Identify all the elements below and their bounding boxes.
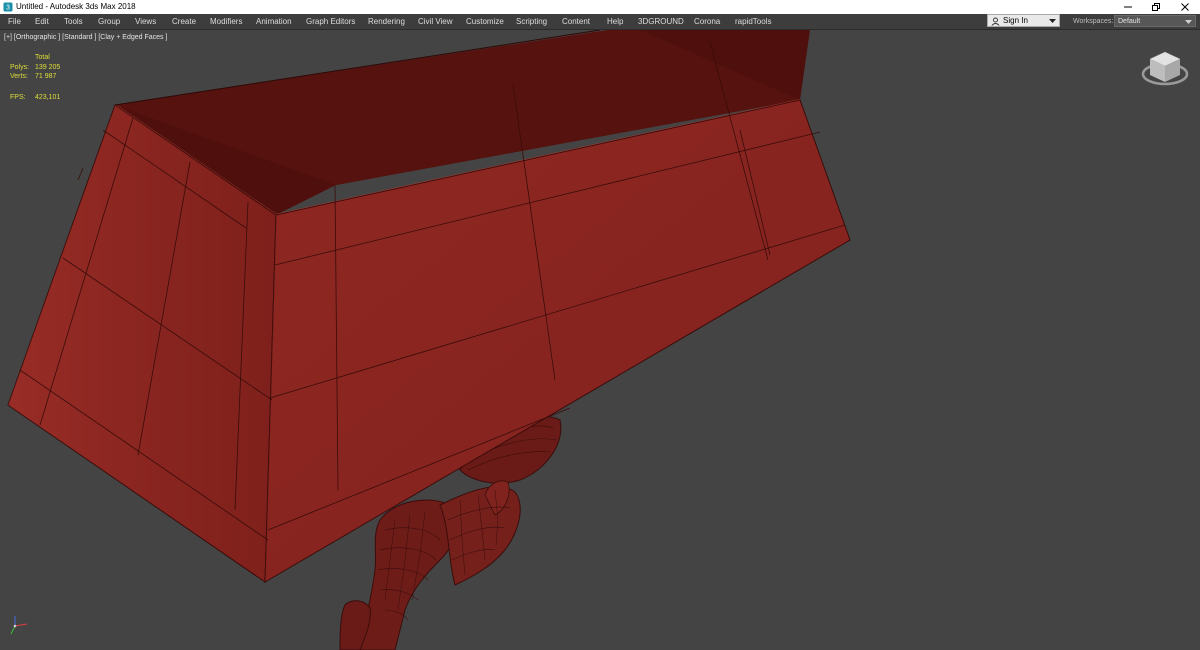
minimize-button[interactable] — [1113, 0, 1143, 14]
stats-polys-label: Polys: — [10, 64, 30, 71]
workspaces-select[interactable]: Default — [1114, 15, 1196, 27]
restore-icon — [1152, 3, 1160, 11]
workspaces-value: Default — [1118, 18, 1141, 25]
menu-content[interactable]: Content — [562, 16, 590, 27]
close-icon — [1181, 3, 1189, 11]
sign-in-label: Sign In — [1003, 16, 1028, 25]
stats-polys-value: 139 205 — [35, 64, 61, 71]
chevron-down-icon — [1185, 20, 1192, 24]
menu-scripting[interactable]: Scripting — [516, 16, 547, 27]
workspaces-label: Workspaces: — [1073, 18, 1114, 25]
menu-help[interactable]: Help — [607, 16, 623, 27]
title-bar: 3 Untitled - Autodesk 3ds Max 2018 — [0, 0, 1200, 14]
stats-header: Total — [35, 54, 50, 61]
menu-3dground[interactable]: 3DGROUND — [638, 16, 684, 27]
stats-verts-label: Verts: — [10, 73, 28, 80]
close-button[interactable] — [1170, 0, 1200, 14]
user-icon — [991, 17, 1000, 26]
svg-text:3: 3 — [6, 5, 10, 12]
app-icon: 3 — [3, 2, 13, 12]
menu-customize[interactable]: Customize — [466, 16, 504, 27]
menu-views[interactable]: Views — [135, 16, 156, 27]
viewport-label[interactable]: [+] [Orthographic ] [Standard ] [Clay + … — [4, 33, 167, 42]
sign-in-dropdown[interactable]: Sign In — [987, 14, 1060, 27]
menu-rendering[interactable]: Rendering — [368, 16, 405, 27]
menu-create[interactable]: Create — [172, 16, 196, 27]
restore-button[interactable] — [1141, 0, 1171, 14]
menu-rapidtools[interactable]: rapidTools — [735, 16, 771, 27]
menu-animation[interactable]: Animation — [256, 16, 292, 27]
stats-fps-label: FPS: — [10, 94, 26, 101]
menu-group[interactable]: Group — [98, 16, 120, 27]
viewport-canvas[interactable] — [0, 30, 1200, 650]
menu-graph-editors[interactable]: Graph Editors — [306, 16, 355, 27]
stats-verts-value: 71 987 — [35, 73, 57, 80]
menu-tools[interactable]: Tools — [64, 16, 83, 27]
minimize-icon — [1124, 6, 1132, 8]
stats-fps-value: 423,101 — [35, 94, 61, 101]
chevron-down-icon — [1049, 19, 1056, 23]
menu-file[interactable]: File — [8, 16, 21, 27]
menu-edit[interactable]: Edit — [35, 16, 49, 27]
menu-civil-view[interactable]: Civil View — [418, 16, 453, 27]
window-title: Untitled - Autodesk 3ds Max 2018 — [16, 2, 136, 11]
menu-modifiers[interactable]: Modifiers — [210, 16, 242, 27]
menu-corona[interactable]: Corona — [694, 16, 720, 27]
